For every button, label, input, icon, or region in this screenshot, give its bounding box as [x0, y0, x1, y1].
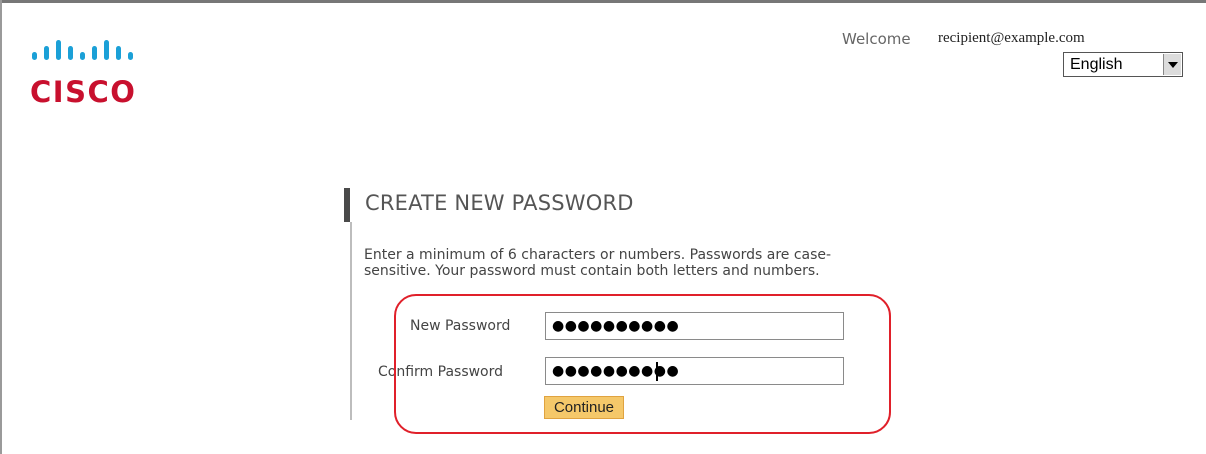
window-left-border [0, 0, 2, 454]
highlight-annotation [394, 294, 891, 434]
language-select[interactable]: English [1063, 52, 1183, 77]
welcome-label: Welcome [842, 30, 911, 48]
window-top-border [0, 0, 1206, 3]
page-title: CREATE NEW PASSWORD [365, 191, 634, 215]
cisco-logo: CISCO [30, 40, 170, 110]
panel-divider [350, 222, 352, 420]
logo-wordmark: CISCO [30, 75, 136, 109]
language-selected-value: English [1070, 56, 1123, 73]
title-accent-bar [344, 188, 350, 222]
chevron-down-icon[interactable] [1163, 54, 1181, 75]
user-email: recipient@example.com [938, 30, 1085, 46]
password-instructions: Enter a minimum of 6 characters or numbe… [364, 247, 832, 279]
